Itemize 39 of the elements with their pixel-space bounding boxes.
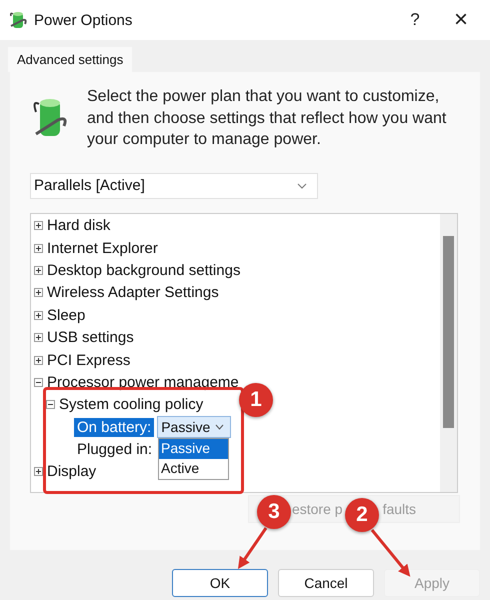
value-dropdown[interactable]: Passive <box>157 416 232 438</box>
dialog-button[interactable]: OK <box>172 569 268 597</box>
chevron-down-icon <box>297 182 307 188</box>
tree-item[interactable]: Hard disk <box>47 217 110 234</box>
tree-item[interactable]: Sleep <box>47 306 86 324</box>
tree-item[interactable]: System cooling policy <box>59 396 204 414</box>
expander-icon[interactable] <box>34 288 43 298</box>
dropdown-option[interactable]: Active <box>159 459 228 480</box>
tree-item[interactable]: PCI Express <box>47 352 130 369</box>
expander-icon[interactable] <box>34 221 43 230</box>
dialog-button[interactable]: Cancel <box>278 569 374 597</box>
tree-item[interactable]: Wireless Adapter Settings <box>47 284 219 302</box>
help-button[interactable]: ? <box>392 0 438 40</box>
dropdown-option[interactable]: Passive <box>159 439 228 460</box>
expander-icon[interactable] <box>34 378 43 387</box>
setting-label[interactable]: On battery: <box>74 418 154 437</box>
window-title: Power Options <box>34 12 134 28</box>
close-button[interactable]: × <box>438 0 484 40</box>
expander-icon[interactable] <box>46 400 55 410</box>
chevron-down-icon <box>215 424 224 430</box>
tab[interactable]: Advanced settings <box>8 47 132 72</box>
tree-item[interactable]: Processor power manageme <box>47 374 239 391</box>
expander-icon[interactable] <box>34 333 43 342</box>
expander-icon[interactable] <box>34 356 43 365</box>
expander-icon[interactable] <box>34 266 43 275</box>
battery-plug-icon <box>8 10 28 30</box>
tree-item[interactable]: Internet Explorer <box>47 240 158 257</box>
arrow <box>370 529 410 577</box>
scrollbar[interactable] <box>440 214 457 492</box>
arrow <box>238 527 268 569</box>
intro-text: Select the power plan that you want to customize, and then choose settings that reflect how you want your computer to manage power. <box>87 87 447 150</box>
expander-icon[interactable] <box>34 310 43 320</box>
tree-item[interactable]: Desktop background settings <box>47 262 240 279</box>
setting-label[interactable]: Plugged in: <box>74 440 156 460</box>
expander-icon[interactable] <box>34 467 43 476</box>
tree-item[interactable]: Display <box>47 463 96 480</box>
tree-item[interactable]: USB settings <box>47 329 134 346</box>
plan-dropdown[interactable]: Parallels [Active] <box>30 172 318 198</box>
expander-icon[interactable] <box>34 244 43 253</box>
